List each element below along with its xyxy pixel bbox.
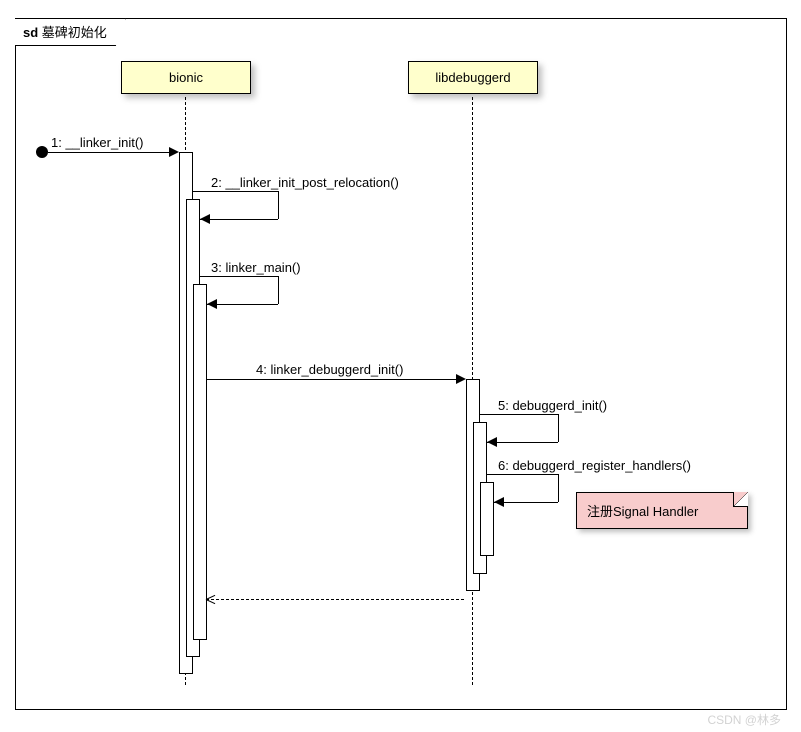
msg2-label: 2: __linker_init_post_relocation() (211, 175, 399, 190)
msg4-line (206, 379, 464, 380)
lifeline-label: bionic (169, 70, 203, 85)
msg2-in (200, 219, 278, 220)
msg5-label: 5: debuggerd_init() (498, 398, 607, 413)
msg2-arrow (200, 214, 210, 224)
frame-prefix: sd (23, 25, 38, 40)
msg1-arrow (169, 147, 179, 157)
msg2-vert (278, 191, 279, 219)
msg5-vert (558, 414, 559, 442)
note: 注册Signal Handler (576, 492, 748, 529)
frame-name: 墓碑初始化 (42, 25, 107, 40)
return-arrow (206, 594, 216, 604)
return-line (206, 599, 464, 600)
msg3-label: 3: linker_main() (211, 260, 301, 275)
msg5-out (479, 414, 558, 415)
msg6-vert (558, 474, 559, 502)
msg5-in (487, 442, 558, 443)
note-text: 注册Signal Handler (587, 504, 698, 519)
found-message-dot (36, 146, 48, 158)
msg1-line (48, 152, 176, 153)
watermark: CSDN @林多 (707, 711, 781, 728)
sequence-frame: sd 墓碑初始化 bionic libdebuggerd 1: __linker… (15, 18, 787, 710)
msg3-arrow (207, 299, 217, 309)
msg6-arrow (494, 497, 504, 507)
msg5-arrow (487, 437, 497, 447)
msg6-label: 6: debuggerd_register_handlers() (498, 458, 691, 473)
lifeline-head-bionic: bionic (121, 61, 251, 94)
msg4-label: 4: linker_debuggerd_init() (256, 362, 403, 377)
msg2-out (192, 191, 278, 192)
msg3-in (207, 304, 278, 305)
msg1-label: 1: __linker_init() (51, 135, 144, 150)
frame-tab: sd 墓碑初始化 (15, 18, 126, 46)
activation-bionic-3 (193, 284, 207, 640)
msg3-vert (278, 276, 279, 304)
activation-lib-3 (480, 482, 494, 556)
msg6-out (486, 474, 558, 475)
msg4-arrow (456, 374, 466, 384)
msg3-out (199, 276, 278, 277)
lifeline-head-libdebuggerd: libdebuggerd (408, 61, 538, 94)
lifeline-label: libdebuggerd (435, 70, 510, 85)
